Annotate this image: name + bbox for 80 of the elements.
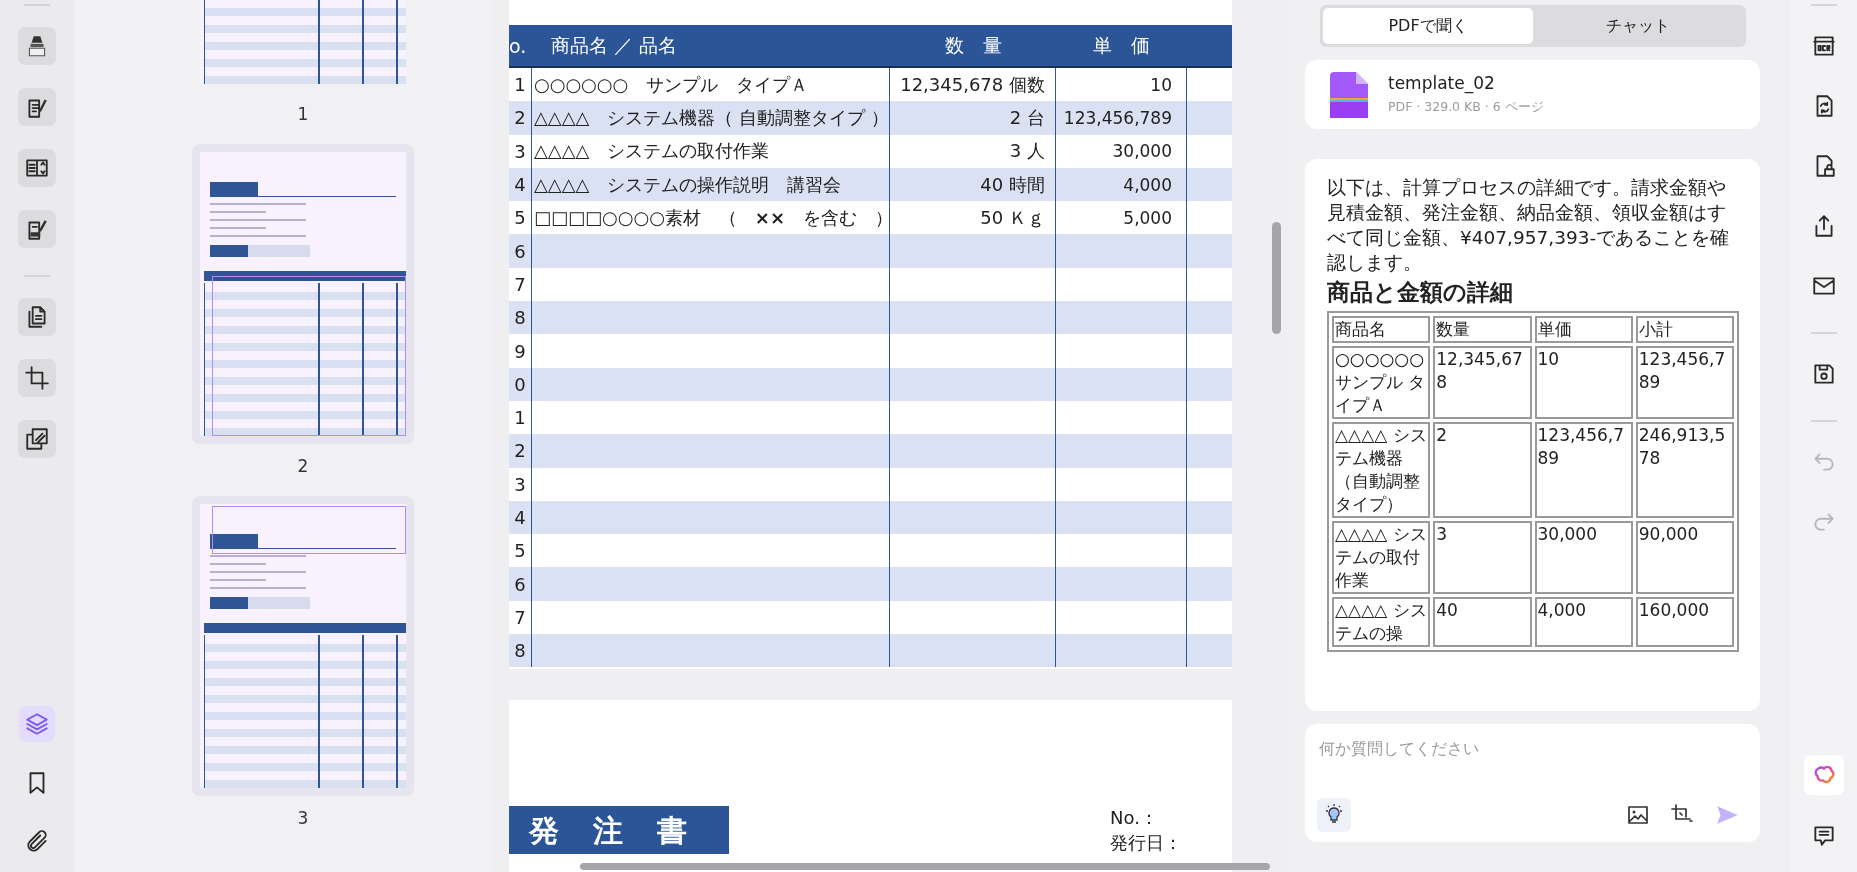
table-cell (1187, 567, 1232, 601)
page-number: 3 (297, 808, 309, 828)
page-number: 2 (297, 456, 309, 476)
table-cell: 40 時間 (890, 167, 1056, 202)
vertical-scrollbar[interactable] (1272, 222, 1281, 334)
table-cell (1187, 167, 1232, 202)
column-header: o. (509, 25, 532, 68)
table-cell: 0 (509, 367, 532, 401)
table-cell: 90,000 (1635, 521, 1734, 594)
table-cell: 30,000 (1534, 521, 1633, 594)
table-cell: 2 (509, 434, 532, 468)
number-label: No.： (1110, 806, 1159, 831)
table-cell: 4,000 (1056, 167, 1187, 202)
table-header-cell: 単価 (1534, 316, 1633, 343)
table-cell: 2 (1433, 422, 1532, 518)
page-thumbnail[interactable] (192, 496, 414, 796)
panel-tab[interactable]: チャット (1533, 8, 1743, 44)
table-cell: △△△△ システムの操 (1332, 597, 1431, 647)
table-cell: 3 (1433, 521, 1532, 594)
table-header-cell: 数量 (1433, 316, 1532, 343)
page-thumbnail[interactable] (192, 144, 414, 444)
table-cell (1187, 434, 1232, 468)
lightbulb-icon[interactable] (1317, 798, 1351, 832)
panel-tab[interactable]: PDFで聞く (1323, 8, 1533, 44)
page-number: 1 (297, 104, 309, 124)
table-cell: 2 台 (890, 101, 1056, 135)
crop-icon[interactable] (18, 359, 56, 397)
table-cell: △△△△ システムの取付作業 (532, 134, 890, 168)
file-name: template_02 (1388, 73, 1496, 93)
table-cell (1187, 101, 1232, 135)
column-header: 単 価 (1056, 25, 1187, 68)
question-input[interactable]: 何か質問してください (1317, 738, 1742, 759)
file-info: PDF · 329.0 KB · 6 ページ (1388, 99, 1544, 116)
layers-icon[interactable] (19, 706, 55, 742)
table-cell: 4 (509, 500, 532, 535)
table-cell: 123,456,789 (1056, 101, 1187, 135)
message-text: 以下は、計算プロセスの詳細です。請求金額や見積金額、発注金額、納品金額、領収金額はすべて同じ金額、¥407,957,393-であることを確認します。 (1327, 176, 1731, 275)
table-cell: △△△△ システム機器（ 自動調整タイプ ） (532, 101, 890, 135)
table-header-cell: 商品名 (1332, 316, 1431, 343)
table-cell: 4,000 (1534, 597, 1633, 647)
table-cell: △△△△ システム機器（自動調整タイプ） (1332, 422, 1431, 518)
table-cell: 40 (1433, 597, 1532, 647)
sign-document-icon[interactable] (18, 210, 56, 248)
table-cell: ○○○○○○ サンプル タイプＡ (1332, 346, 1431, 419)
table-cell (1187, 367, 1232, 401)
pages-icon[interactable] (18, 298, 56, 336)
column-header: 商品名 ／ 品名 (532, 25, 890, 68)
table-cell: 10 (1534, 346, 1633, 419)
table-cell: □□□□○○○○素材 （ ×× を含む ） (532, 201, 890, 235)
document-title: 発 注 書 (509, 806, 729, 855)
form-icon[interactable] (18, 149, 56, 187)
table-cell (1187, 301, 1232, 335)
column-header (1187, 25, 1232, 68)
pdf-file-icon (1330, 71, 1368, 118)
date-label: 発行日： (1110, 831, 1182, 856)
table-cell (1187, 500, 1232, 535)
column-header: 数 量 (890, 25, 1056, 68)
table-cell: 8 (509, 301, 532, 335)
table-cell: △△△△ システムの取付作業 (1332, 521, 1431, 594)
table-cell: 6 (509, 567, 532, 601)
table-cell: ○○○○○○ サンプル タイプＡ (532, 68, 890, 102)
highlighter-icon[interactable] (18, 27, 56, 65)
table-cell: 6 (509, 234, 532, 268)
table-cell: 160,000 (1635, 597, 1734, 647)
table-cell: △△△△ システムの操作説明 講習会 (532, 167, 890, 202)
overlay-icon[interactable] (18, 420, 56, 458)
table-cell (1187, 634, 1232, 668)
message-heading: 商品と金額の詳細 (1327, 278, 1514, 307)
edit-document-icon[interactable] (18, 88, 56, 126)
table-cell (1187, 234, 1232, 268)
table-cell: 2 (509, 101, 532, 135)
ai-assistant-icon[interactable] (1803, 755, 1844, 795)
table-cell: 246,913,578 (1635, 422, 1734, 518)
table-cell: 8 (509, 634, 532, 668)
table-cell: 12,345,678 (1433, 346, 1532, 419)
table-header-cell: 小計 (1635, 316, 1734, 343)
table-cell: 123,456,789 (1534, 422, 1633, 518)
table-cell: 123,456,789 (1635, 346, 1734, 419)
table-cell: 4 (509, 167, 532, 202)
horizontal-scrollbar[interactable] (580, 863, 1270, 870)
